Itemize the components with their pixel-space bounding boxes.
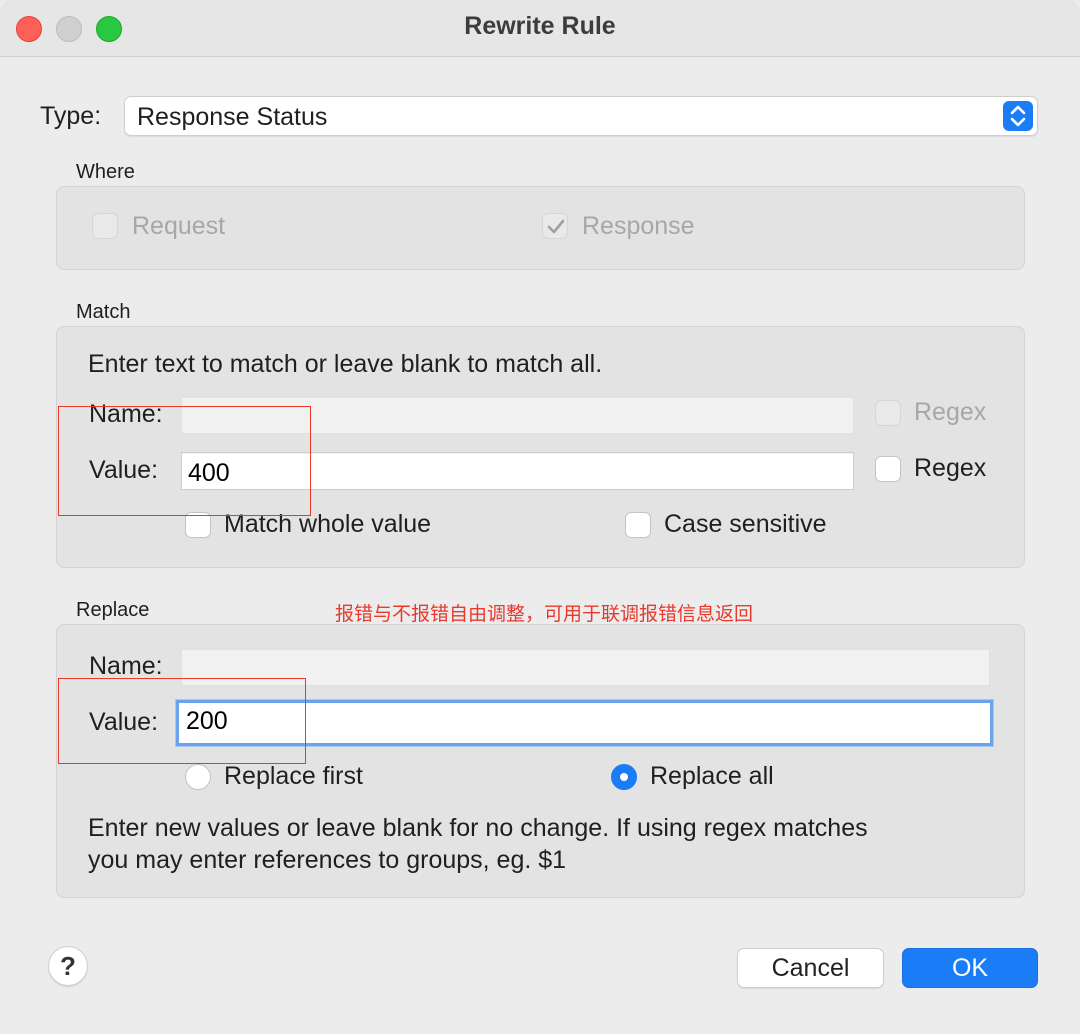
type-select[interactable]: Response Status [124,96,1038,136]
request-label: Request [132,212,226,240]
match-instructions: Enter text to match or leave blank to ma… [88,350,603,378]
replace-all-radio[interactable] [611,764,637,790]
annotation-note: 报错与不报错自由调整，可用于联调报错信息返回 [335,604,754,625]
match-name-regex-label: Regex [914,398,987,426]
replace-help-line-1: Enter new values or leave blank for no c… [88,814,868,842]
response-checkbox[interactable] [542,213,568,239]
highlight-box-replace-value [58,678,306,764]
replace-name-label: Name: [89,652,163,680]
replace-first-label: Replace first [224,762,363,790]
cancel-button[interactable]: Cancel [737,948,884,988]
case-sensitive-label: Case sensitive [664,510,827,538]
replace-group-title: Replace [76,599,150,621]
request-checkbox[interactable] [92,213,118,239]
type-label: Type: [40,102,102,130]
ok-button[interactable]: OK [902,948,1038,988]
type-select-value: Response Status [137,103,328,131]
match-value-regex-checkbox[interactable] [875,456,901,482]
case-sensitive-checkbox[interactable] [625,512,651,538]
highlight-box-match-value [58,406,311,516]
replace-all-label: Replace all [650,762,774,790]
replace-help-line-2: you may enter references to groups, eg. … [88,846,567,874]
title-bar: Rewrite Rule [0,0,1080,57]
updown-chevron-icon [1003,101,1033,131]
checkmark-icon [547,219,565,234]
response-label: Response [582,212,695,240]
rewrite-rule-dialog: Rewrite Rule Type: Response Status Where… [0,0,1080,1034]
where-group-title: Where [76,161,135,183]
help-button[interactable]: ? [48,946,88,986]
replace-first-radio[interactable] [185,764,211,790]
match-group-title: Match [76,301,131,323]
match-value-regex-label: Regex [914,454,987,482]
match-name-regex-checkbox[interactable] [875,400,901,426]
window-title: Rewrite Rule [464,12,616,40]
